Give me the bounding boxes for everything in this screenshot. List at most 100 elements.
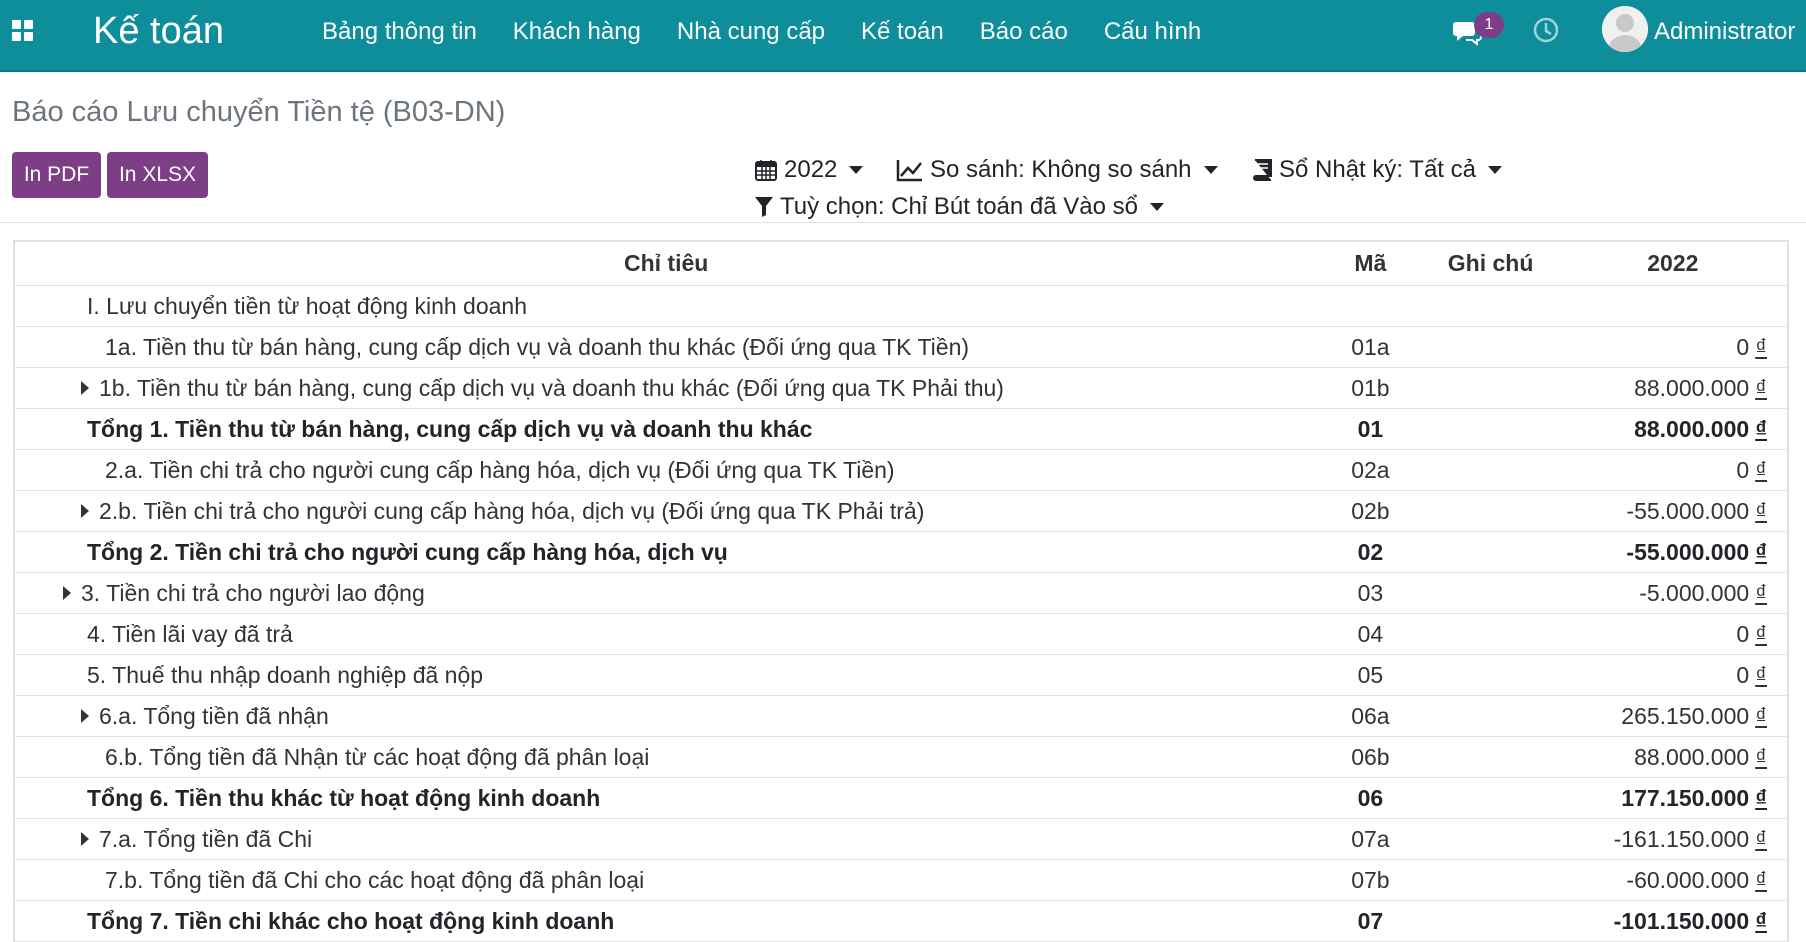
table-row: 2.a. Tiền chi trả cho người cung cấp hàn…: [14, 449, 1788, 491]
row-note: [1423, 531, 1558, 573]
row-label-cell: I. Lưu chuyển tiền từ hoạt động kinh doa…: [14, 285, 1318, 327]
currency-symbol: ₫: [1755, 456, 1767, 483]
message-count-badge: 1: [1474, 12, 1504, 38]
row-value-cell: 0 ₫: [1557, 613, 1788, 655]
row-value-cell: -60.000.000 ₫: [1557, 859, 1788, 901]
print-pdf-button[interactable]: In PDF: [12, 152, 101, 198]
row-label: Tổng 6. Tiền thu khác từ hoạt động kinh …: [87, 784, 601, 811]
row-value-cell: 88.000.000 ₫: [1557, 367, 1788, 409]
currency-symbol: ₫: [1755, 579, 1767, 606]
row-label: 7.b. Tổng tiền đã Chi cho các hoạt động …: [105, 866, 645, 893]
caret-right-icon[interactable]: [81, 708, 89, 723]
row-value: 88.000.000: [1634, 743, 1750, 770]
currency-symbol: ₫: [1755, 825, 1767, 852]
table-row: Tổng 1. Tiền thu từ bán hàng, cung cấp d…: [14, 408, 1788, 450]
row-code: 07b: [1317, 859, 1424, 901]
row-note: [1423, 572, 1558, 614]
currency-symbol: ₫: [1755, 866, 1767, 893]
activity-clock-icon[interactable]: [1532, 16, 1560, 44]
row-value: -60.000.000: [1626, 866, 1750, 893]
row-label: 4. Tiền lãi vay đã trả: [87, 620, 293, 647]
table-row[interactable]: 7.a. Tổng tiền đã Chi 07a -161.150.000 ₫: [14, 818, 1788, 860]
compare-filter-label: So sánh: Không so sánh: [930, 156, 1192, 183]
header-note: Ghi chú: [1423, 241, 1558, 286]
journals-filter[interactable]: Sổ Nhật ký: Tất cả: [1251, 155, 1502, 185]
row-label: 2.b. Tiền chi trả cho người cung cấp hàn…: [99, 497, 925, 524]
row-value: 0: [1736, 333, 1750, 360]
menu-item-customers[interactable]: Khách hàng: [513, 0, 641, 64]
row-note: [1423, 695, 1558, 737]
main-menu: Bảng thông tin Khách hàng Nhà cung cấp K…: [322, 0, 1237, 64]
row-note: [1423, 449, 1558, 491]
table-row: 7.b. Tổng tiền đã Chi cho các hoạt động …: [14, 859, 1788, 901]
options-filter[interactable]: Tuỳ chọn: Chỉ Bút toán đã Vào sổ: [754, 192, 1164, 222]
row-value-cell: -55.000.000 ₫: [1557, 531, 1788, 573]
chevron-down-icon: [1150, 203, 1164, 211]
user-silhouette-icon: [1602, 6, 1648, 52]
menu-item-dashboard[interactable]: Bảng thông tin: [322, 0, 477, 64]
row-value-cell: 0 ₫: [1557, 326, 1788, 368]
table-row: Tổng 2. Tiền chi trả cho người cung cấp …: [14, 531, 1788, 573]
period-filter[interactable]: 2022: [754, 155, 864, 185]
table-row: I. Lưu chuyển tiền từ hoạt động kinh doa…: [14, 285, 1788, 327]
row-label-cell: 6.b. Tổng tiền đã Nhận từ các hoạt động …: [14, 736, 1318, 778]
user-name[interactable]: Administrator: [1654, 0, 1795, 64]
row-label: 5. Thuế thu nhập doanh nghiệp đã nộp: [87, 661, 484, 688]
chevron-down-icon: [849, 166, 864, 174]
row-note: [1423, 285, 1558, 327]
row-code: 03: [1317, 572, 1424, 614]
compare-filter[interactable]: So sánh: Không so sánh: [896, 155, 1218, 185]
caret-right-icon[interactable]: [81, 503, 89, 518]
row-label-cell: 7.b. Tổng tiền đã Chi cho các hoạt động …: [14, 859, 1318, 901]
chevron-down-icon: [1487, 166, 1502, 174]
currency-symbol: ₫: [1755, 333, 1767, 360]
table-row: 6.b. Tổng tiền đã Nhận từ các hoạt động …: [14, 736, 1788, 778]
row-note: [1423, 367, 1558, 409]
currency-symbol: ₫: [1755, 620, 1767, 647]
table-row[interactable]: 2.b. Tiền chi trả cho người cung cấp hàn…: [14, 490, 1788, 532]
table-row[interactable]: 1b. Tiền thu từ bán hàng, cung cấp dịch …: [14, 367, 1788, 409]
row-label: 6.a. Tổng tiền đã nhận: [99, 702, 329, 729]
menu-item-accounting[interactable]: Kế toán: [861, 0, 944, 64]
currency-symbol: ₫: [1755, 497, 1767, 524]
row-label-cell: 6.a. Tổng tiền đã nhận: [14, 695, 1318, 737]
row-value: -161.150.000: [1613, 825, 1750, 852]
table-row[interactable]: 6.a. Tổng tiền đã nhận 06a 265.150.000 ₫: [14, 695, 1788, 737]
table-row: Tổng 7. Tiền chi khác cho hoạt động kinh…: [14, 900, 1788, 942]
row-note: [1423, 900, 1558, 942]
row-value: -55.000.000: [1626, 497, 1750, 524]
row-value: 0: [1736, 456, 1750, 483]
row-label: Tổng 7. Tiền chi khác cho hoạt động kinh…: [87, 907, 615, 934]
currency-symbol: ₫: [1755, 415, 1767, 442]
row-label-cell: 7.a. Tổng tiền đã Chi: [14, 818, 1318, 860]
table-row: 1a. Tiền thu từ bán hàng, cung cấp dịch …: [14, 326, 1788, 368]
row-value: -101.150.000: [1613, 907, 1750, 934]
row-code: 06b: [1317, 736, 1424, 778]
row-value: 88.000.000: [1634, 374, 1750, 401]
row-value-cell: -161.150.000 ₫: [1557, 818, 1788, 860]
row-value-cell: 265.150.000 ₫: [1557, 695, 1788, 737]
app-brand[interactable]: Kế toán: [93, 8, 224, 54]
caret-right-icon[interactable]: [81, 831, 89, 846]
row-label: 6.b. Tổng tiền đã Nhận từ các hoạt động …: [105, 743, 650, 770]
menu-item-reporting[interactable]: Báo cáo: [980, 0, 1068, 64]
user-avatar[interactable]: [1602, 6, 1648, 52]
app-menu-icon[interactable]: [12, 20, 36, 44]
menu-item-configuration[interactable]: Cấu hình: [1104, 0, 1201, 64]
caret-right-icon[interactable]: [63, 585, 71, 600]
menu-item-vendors[interactable]: Nhà cung cấp: [677, 0, 825, 64]
row-value: -5.000.000: [1639, 579, 1750, 606]
row-label-cell: Tổng 2. Tiền chi trả cho người cung cấp …: [14, 531, 1318, 573]
table-row[interactable]: 3. Tiền chi trả cho người lao động 03 -5.0…: [14, 572, 1788, 614]
row-code: [1317, 285, 1424, 327]
row-value-cell: -101.150.000 ₫: [1557, 900, 1788, 942]
row-note: [1423, 654, 1558, 696]
row-label-cell: 4. Tiền lãi vay đã trả: [14, 613, 1318, 655]
caret-right-icon[interactable]: [81, 380, 89, 395]
line-chart-icon: [896, 160, 922, 182]
header-year: 2022: [1557, 241, 1788, 286]
row-note: [1423, 777, 1558, 819]
print-xlsx-button[interactable]: In XLSX: [107, 152, 208, 198]
row-code: 02b: [1317, 490, 1424, 532]
row-value: 177.150.000: [1621, 784, 1750, 811]
